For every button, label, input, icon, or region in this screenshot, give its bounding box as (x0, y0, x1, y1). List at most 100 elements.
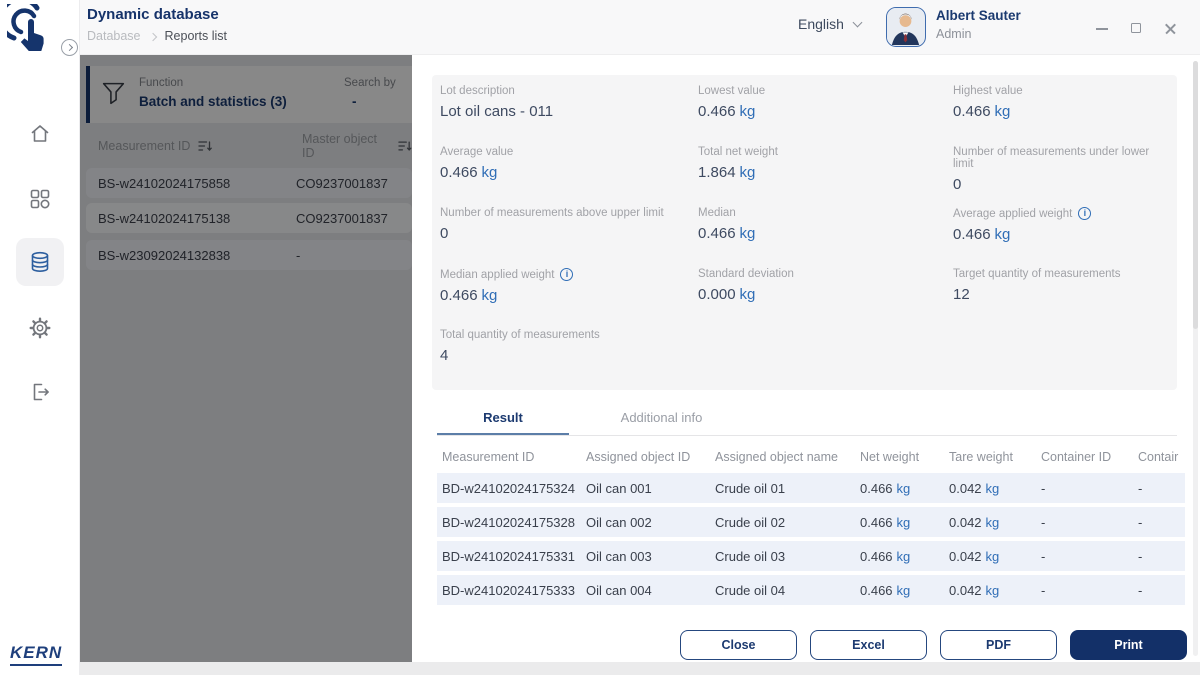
assigned-object-name-cell: Crude oil 03 (715, 549, 860, 564)
close-report-button[interactable]: Close (680, 630, 797, 660)
measurement-id-cell: BS-w23092024132838 (86, 248, 296, 263)
stat-average-value: Average value 0.466kg (440, 146, 698, 207)
sidebar-item-settings[interactable] (16, 304, 64, 352)
stat-value: 0.466 (440, 287, 478, 304)
net-weight-cell: 0.466kg (860, 481, 949, 496)
stat-value: 0.466 (698, 103, 736, 120)
statistics-card: Lot description Lot oil cans - 011 Lowes… (432, 75, 1177, 390)
stat-label: Lot description (440, 85, 515, 97)
assigned-object-id-cell: Oil can 001 (586, 481, 715, 496)
excel-export-button[interactable]: Excel (810, 630, 927, 660)
app-logo (7, 4, 59, 56)
assigned-object-id-cell: Oil can 004 (586, 583, 715, 598)
column-label: Tare weight (949, 450, 1041, 464)
filter-sort-icon[interactable] (198, 140, 212, 152)
column-label: Assigned object name (715, 450, 860, 464)
stat-total-quantity: Total quantity of measurements 4 (440, 329, 698, 390)
container-id-cell: - (1041, 481, 1138, 496)
kern-logo: KERN (10, 643, 62, 666)
master-object-id-cell: - (296, 248, 406, 263)
topbar: Dynamic database Database Reports list E… (80, 0, 1200, 55)
language-selector[interactable]: English (798, 16, 861, 32)
tare-weight-cell: 0.042kg (949, 481, 1041, 496)
stat-standard-deviation: Standard deviation 0.000kg (698, 268, 953, 329)
close-button[interactable] (1162, 20, 1178, 36)
stat-value: Lot oil cans - 011 (440, 103, 553, 120)
pdf-export-button[interactable]: PDF (940, 630, 1057, 660)
search-by-label: Search by (344, 77, 396, 89)
net-weight-cell: 0.466kg (860, 515, 949, 530)
breadcrumb: Database Reports list (87, 29, 227, 43)
accent-bar (86, 66, 90, 123)
sidebar-item-home[interactable] (16, 110, 64, 158)
stat-median: Median 0.466kg (698, 207, 953, 268)
net-weight-cell: 0.466kg (860, 549, 949, 564)
function-label: Function (139, 77, 183, 89)
minimize-button[interactable] (1094, 20, 1110, 36)
stat-total-net-weight: Total net weight 1.864kg (698, 146, 953, 207)
filter-sort-icon[interactable] (398, 140, 412, 152)
measurement-id-cell: BD-w24102024175324 (437, 481, 586, 496)
column-label: Measurement ID (437, 450, 586, 464)
assigned-object-name-cell: Crude oil 02 (715, 515, 860, 530)
stat-above-upper-limit: Number of measurements above upper limit… (440, 207, 698, 268)
sidebar-item-logout[interactable] (16, 368, 64, 416)
maximize-button[interactable] (1128, 20, 1144, 36)
tab-additional-info[interactable]: Additional info (569, 405, 754, 435)
funnel-icon (100, 80, 127, 107)
stat-unit: kg (740, 103, 756, 120)
container-id-cell: - (1041, 549, 1138, 564)
stat-unit: kg (995, 226, 1011, 243)
column-header-measurement-id: Measurement ID (98, 136, 212, 156)
stat-label: Lowest value (698, 85, 765, 97)
stat-value: 1.864 (698, 164, 736, 181)
avatar[interactable] (886, 7, 926, 47)
table-row: BD-w24102024175324 Oil can 001 Crude oil… (437, 473, 1185, 503)
tare-weight-cell: 0.042kg (949, 549, 1041, 564)
column-label: Container ID (1041, 450, 1138, 464)
chevron-down-icon (852, 18, 862, 28)
stat-label: Total quantity of measurements (440, 329, 600, 341)
info-icon[interactable]: i (1078, 207, 1091, 220)
container-id-cell: - (1041, 583, 1138, 598)
detail-tabs: Result Additional info (437, 405, 1177, 436)
search-by-value: - (352, 94, 357, 109)
container-cell: - (1138, 583, 1185, 598)
assigned-object-name-cell: Crude oil 01 (715, 481, 860, 496)
expand-panel-button[interactable] (61, 39, 78, 56)
column-label: Assigned object ID (586, 450, 715, 464)
sidebar: KERN (0, 0, 80, 675)
measurement-id-cell: BS-w24102024175858 (86, 176, 296, 191)
breadcrumb-item-database[interactable]: Database (87, 29, 141, 43)
apps-grid-icon (28, 187, 52, 211)
sidebar-item-apps[interactable] (16, 175, 64, 223)
page-title: Dynamic database (87, 6, 219, 23)
assigned-object-id-cell: Oil can 002 (586, 515, 715, 530)
reports-list-panel: Function Batch and statistics (3) Search… (80, 55, 412, 662)
stat-average-applied-weight: Average applied weighti 0.466kg (953, 207, 1167, 268)
print-button[interactable]: Print (1070, 630, 1187, 660)
logout-icon (28, 380, 52, 404)
table-row: BD-w24102024175331 Oil can 003 Crude oil… (437, 541, 1185, 571)
home-icon (28, 122, 52, 146)
user-name: Albert Sauter (936, 8, 1021, 23)
stat-label: Median (698, 207, 736, 219)
stat-label: Average applied weight (953, 208, 1072, 220)
sidebar-item-database[interactable] (16, 238, 64, 286)
stat-unit: kg (995, 103, 1011, 120)
stat-value: 0 (953, 176, 961, 193)
info-icon[interactable]: i (560, 268, 573, 281)
list-row[interactable]: BS-w24102024175138 CO9237001837 (86, 203, 412, 233)
stat-label: Number of measurements above upper limit (440, 207, 664, 219)
list-row[interactable]: BS-w23092024132838 - (86, 240, 412, 270)
tab-result[interactable]: Result (437, 405, 569, 435)
maximize-icon (1131, 23, 1141, 33)
measurement-id-cell: BD-w24102024175333 (437, 583, 586, 598)
column-label: Master object ID (302, 132, 390, 160)
function-value: Batch and statistics (3) (139, 94, 287, 109)
list-row[interactable]: BS-w24102024175858 CO9237001837 (86, 168, 412, 198)
scrollbar-thumb[interactable] (1193, 61, 1198, 329)
hand-click-icon (7, 4, 59, 56)
vertical-scrollbar[interactable] (1193, 61, 1198, 656)
filter-summary-card[interactable]: Function Batch and statistics (3) Search… (86, 66, 412, 123)
